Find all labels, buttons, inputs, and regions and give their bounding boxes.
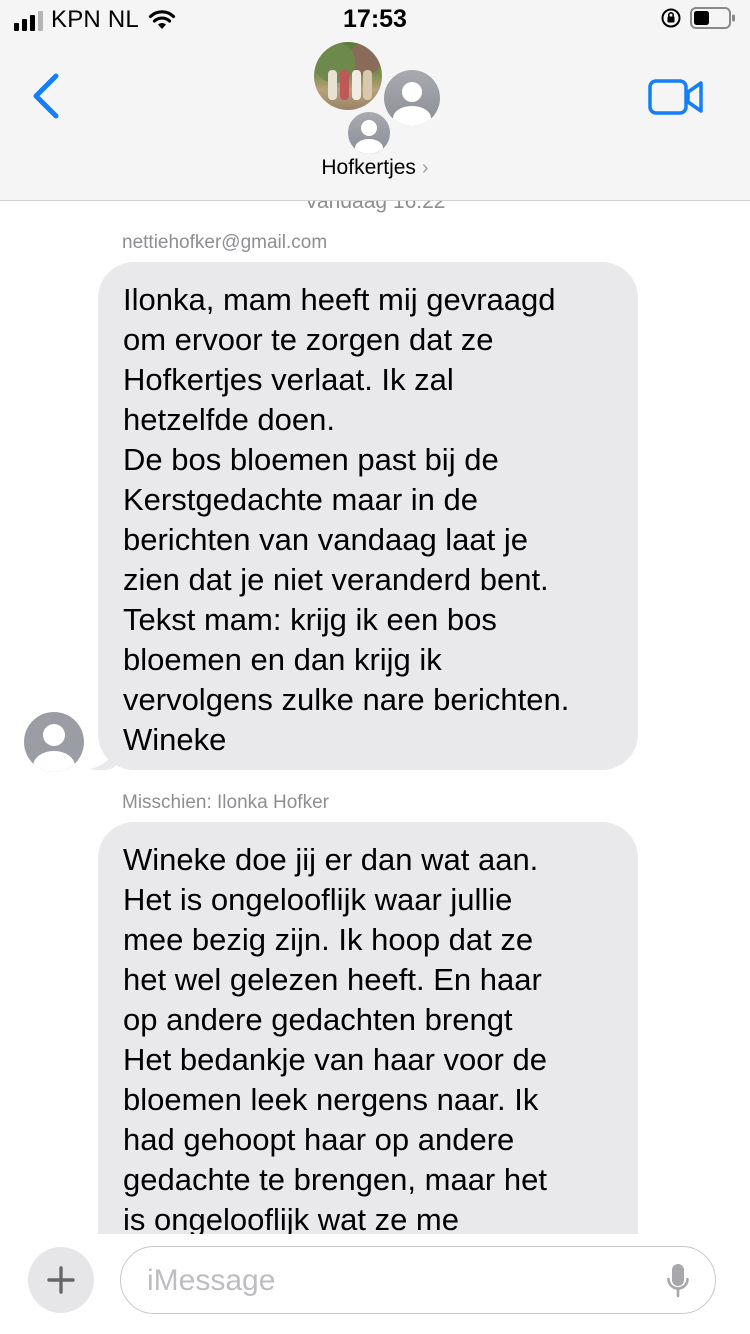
message-sender: nettiehofker@gmail.com [122, 232, 328, 253]
app-drawer-plus-button[interactable] [28, 1247, 94, 1313]
plus-icon [47, 1266, 75, 1294]
chevron-right-icon: › [421, 157, 429, 179]
facetime-video-icon[interactable] [648, 78, 704, 116]
message-bubble[interactable]: Ilonka, mam heeft mij gevraagd om ervoor… [98, 262, 638, 770]
microphone-icon[interactable] [667, 1263, 689, 1299]
clock: 17:53 [343, 5, 407, 33]
imessage-input[interactable] [145, 1257, 649, 1305]
member-avatar-icon [346, 110, 392, 156]
bubble-tail [90, 741, 116, 771]
battery-icon [690, 7, 735, 29]
member-avatar-icon [384, 70, 440, 126]
sender-avatar-icon[interactable] [24, 712, 84, 772]
status-bar: KPN NL 17:53 [0, 0, 750, 40]
group-name[interactable]: Hofkertjes › [0, 156, 750, 180]
message-bubble[interactable]: Wineke doe jij er dan wat aan. Het is on… [98, 822, 638, 1282]
message-field[interactable] [120, 1246, 716, 1314]
orientation-lock-icon [661, 8, 681, 28]
back-chevron-icon[interactable] [28, 72, 64, 120]
message-sender: Misschien: Ilonka Hofker [122, 792, 329, 813]
group-photo-avatar[interactable] [314, 42, 382, 110]
